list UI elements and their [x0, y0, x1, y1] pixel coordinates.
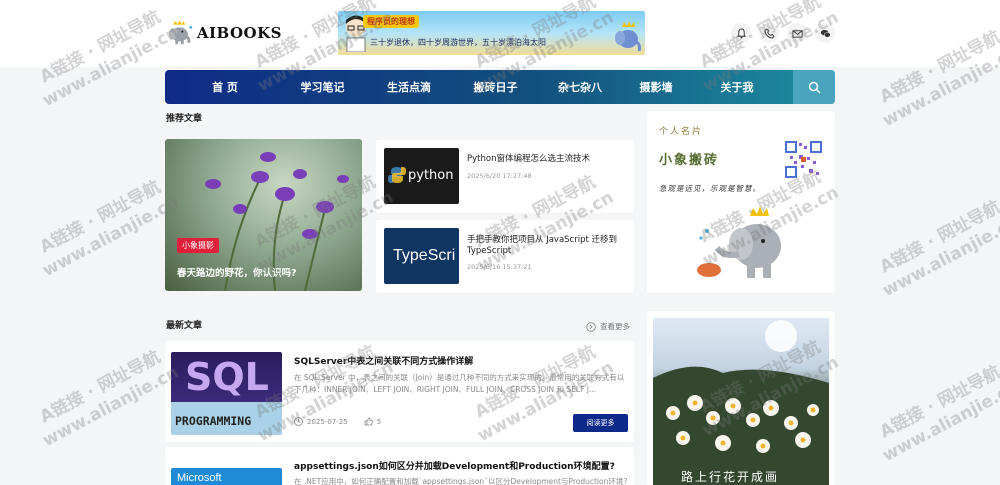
nav-item-home[interactable]: 首 页 [165, 79, 285, 95]
typescript-thumb-text: TypeScri [393, 247, 456, 264]
profile-card: 个人名片 小象搬砖 急观是远见，乐观是智慧。 [647, 111, 835, 293]
featured-article[interactable]: 小象摄影 春天路边的野花，你认识吗? [165, 139, 362, 291]
nav-item-study-notes[interactable]: 学习笔记 [285, 79, 360, 95]
watermark: A链接 · 网址导航 www.alianjie.cn [36, 347, 183, 451]
post-title[interactable]: appsettings.json如何区分并加载Development和Produ… [294, 459, 615, 472]
watermark: A链接 · 网址导航 www.alianjie.cn [876, 362, 1000, 466]
qr-code-icon[interactable] [785, 141, 822, 178]
side-photo-widget[interactable]: 路上行花开成画 [647, 311, 835, 485]
recommended-item-title[interactable]: 手把手教你把项目从 JavaScript 迁移到 TypeScript [467, 235, 627, 257]
photo-caption: 路上行花开成画 [681, 470, 780, 484]
main-nav: 首 页 学习笔记 生活点滴 搬砖日子 杂七杂八 摄影墙 关于我 [165, 70, 835, 104]
header-banner[interactable]: 程序员的理想 三十岁退休，四十岁周游世界，五十岁漂泊海太阳 [338, 11, 645, 55]
nav-item-about[interactable]: 关于我 [685, 79, 789, 95]
phone-icon[interactable] [759, 23, 779, 43]
post-excerpt: 在 SQL Server 中，表之间的关联（Join）是通过几种不同的方式来实现… [294, 373, 625, 394]
latest-heading: 最新文章 [166, 321, 203, 331]
post-card[interactable]: SQL PROGRAMMING SQLServer中表之间关联不同方式操作详解 … [165, 341, 634, 442]
bell-icon[interactable] [731, 23, 751, 43]
nav-item-life[interactable]: 生活点滴 [360, 79, 458, 95]
microsoft-thumbnail: Microsoft [171, 468, 282, 485]
post-card[interactable]: Microsoft appsettings.json如何区分并加载Develop… [165, 447, 634, 485]
view-more-link[interactable]: 查看更多 [586, 321, 630, 332]
header-icon-group [731, 23, 835, 43]
microsoft-thumb-text: Microsoft [177, 472, 222, 484]
featured-title[interactable]: 春天路边的野花，你认识吗? [177, 265, 297, 279]
recommended-item-date: 2025/6/20 17:27:48 [467, 172, 532, 180]
elephant-logo-icon [169, 20, 193, 45]
sql-thumb-subtext: PROGRAMMING [175, 414, 252, 428]
nav-item-misc[interactable]: 杂七杂八 [533, 79, 627, 95]
view-more-label: 查看更多 [600, 322, 630, 331]
profile-name: 小象搬砖 [659, 153, 720, 168]
profile-card-label: 个人名片 [659, 127, 704, 137]
post-date: 2025-07-25 [307, 417, 348, 426]
clock-icon [294, 417, 303, 426]
nav-search-button[interactable] [793, 70, 835, 104]
mail-icon[interactable] [787, 23, 807, 43]
site-header: AIBOOKS 程序员的理想 三十岁退休，四十岁周游世界，五十岁漂泊海太阳 [0, 0, 1000, 67]
recommended-item[interactable]: TypeScri 手把手教你把项目从 JavaScript 迁移到 TypeSc… [376, 220, 634, 293]
logo-text: AIBOOKS [196, 24, 282, 42]
typescript-thumbnail: TypeScri [384, 228, 459, 284]
post-excerpt: 在 .NET应用中，如何正确配置和加载`appsettings.json`以区分… [294, 477, 628, 485]
python-logo-icon [388, 167, 406, 183]
post-title[interactable]: SQLServer中表之间关联不同方式操作详解 [294, 354, 473, 367]
python-thumbnail: python [384, 148, 459, 204]
site-logo[interactable]: AIBOOKS [167, 13, 282, 53]
sql-thumbnail: SQL PROGRAMMING [171, 352, 282, 435]
watermark: A链接 · 网址导航 www.alianjie.cn [36, 177, 183, 281]
recommended-item[interactable]: python Python窗体编程怎么选主流技术 2025/6/20 17:27… [376, 140, 634, 213]
wechat-icon[interactable] [815, 23, 835, 43]
post-likes: 5 [376, 417, 382, 426]
search-icon [808, 81, 821, 94]
read-more-button[interactable]: 阅读更多 [573, 414, 628, 432]
banner-badge: 程序员的理想 [363, 15, 419, 28]
profile-motto: 急观是远见，乐观是智慧。 [659, 184, 761, 193]
chevron-right-icon [586, 321, 596, 332]
narcissus-image [653, 320, 829, 485]
recommended-heading: 推荐文章 [166, 114, 203, 124]
nav-item-work[interactable]: 搬砖日子 [458, 79, 533, 95]
narcissus-photo: 路上行花开成画 [653, 318, 829, 485]
post-meta: 2025-07-25 5 [294, 417, 381, 426]
watermark: A链接 · 网址导航 www.alianjie.cn [876, 197, 1000, 301]
featured-category-tag[interactable]: 小象摄影 [177, 238, 219, 253]
elephant-mascot-icon [697, 206, 781, 278]
banner-slogan: 三十岁退休，四十岁周游世界，五十岁漂泊海太阳 [370, 38, 546, 47]
elephant-mascot-icon [615, 21, 641, 52]
sql-thumb-text: SQL [185, 355, 269, 399]
nav-item-photo-wall[interactable]: 摄影墙 [627, 79, 685, 95]
like-icon[interactable] [364, 417, 373, 426]
recommended-item-date: 2025/6/16 15:37:21 [467, 263, 532, 271]
python-thumb-text: python [408, 168, 454, 183]
recommended-item-title[interactable]: Python窗体编程怎么选主流技术 [467, 154, 627, 165]
